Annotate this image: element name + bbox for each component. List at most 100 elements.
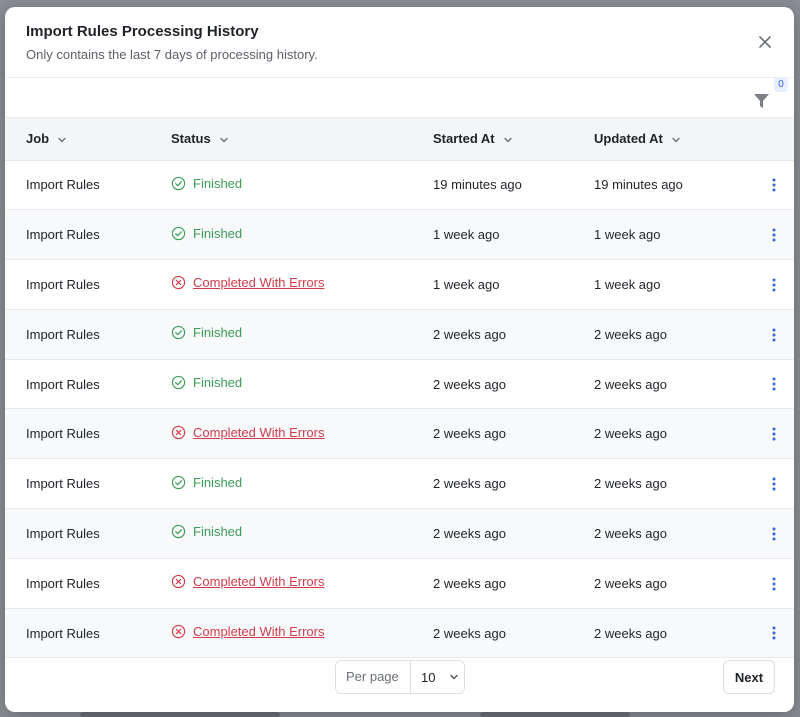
job-cell: Import Rules	[26, 426, 100, 442]
processing-history-modal: Import Rules Processing History Only con…	[5, 7, 794, 712]
check-circle-icon	[171, 475, 186, 489]
table-row: Import Rules Finished 1 week ago 1 week ago	[5, 209, 794, 260]
pagination-footer: Per page 10 Next	[5, 656, 794, 712]
more-options-icon[interactable]	[767, 327, 781, 343]
table-row: Import Rules Finished 19 minutes ago 19 min…	[5, 160, 794, 210]
updated-at-cell: 2 weeks ago	[594, 326, 667, 342]
row-actions-cell	[754, 210, 794, 260]
table-row: Import Rules Finished 2 weeks ago 2 weeks a…	[5, 309, 794, 360]
more-options-icon[interactable]	[767, 177, 781, 193]
check-circle-icon	[171, 525, 186, 539]
status-label: Finished	[193, 325, 243, 341]
updated-at-cell: 2 weeks ago	[594, 575, 667, 591]
chevron-down-icon	[450, 674, 459, 680]
check-circle-icon	[171, 176, 186, 191]
status-label: Finished	[193, 524, 243, 540]
per-page-value: 10	[421, 669, 436, 685]
more-options-icon[interactable]	[767, 227, 781, 243]
status-label: Finished	[193, 375, 243, 391]
updated-at-cell: 2 weeks ago	[594, 426, 667, 442]
column-header-started-at[interactable]: Started At	[433, 118, 594, 161]
table-row: Import Rules Finished 2 weeks ago 2 weeks a…	[5, 359, 794, 409]
status-cell: Completed With Errors	[171, 409, 433, 459]
status-error-link[interactable]: Completed With Errors	[193, 275, 324, 290]
filter-icon[interactable]	[752, 87, 774, 111]
row-actions-cell	[754, 309, 794, 359]
table-row: Import Rules Finished 2 weeks ago 2 weeks a…	[5, 459, 794, 509]
table-row: Import Rules Completed With Errors 2 weeks…	[5, 558, 794, 609]
started-at-cell: 2 weeks ago	[433, 625, 506, 641]
started-at-cell: 1 week ago	[433, 276, 500, 292]
job-cell: Import Rules	[26, 476, 100, 492]
status-cell: Finished	[171, 359, 433, 409]
updated-at-cell: 1 week ago	[594, 276, 661, 292]
history-table: Job Status Started At Updated At Import …	[5, 118, 794, 658]
more-options-icon[interactable]	[767, 376, 781, 392]
column-header-job[interactable]: Job	[5, 118, 171, 161]
started-at-cell: 19 minutes ago	[433, 177, 522, 193]
row-actions-cell	[754, 359, 794, 409]
job-cell: Import Rules	[26, 525, 100, 541]
error-circle-icon	[171, 624, 186, 639]
status-cell: Completed With Errors	[171, 260, 433, 310]
status-cell: Finished	[171, 160, 433, 210]
updated-at-cell: 2 weeks ago	[594, 625, 667, 641]
next-page-button[interactable]: Next	[723, 660, 775, 694]
status-cell: Completed With Errors	[171, 558, 433, 608]
row-actions-cell	[754, 608, 794, 658]
row-actions-cell	[754, 509, 794, 559]
started-at-cell: 2 weeks ago	[433, 426, 506, 442]
table-row: Import Rules Completed With Errors 1 week …	[5, 260, 794, 310]
more-options-icon[interactable]	[767, 625, 781, 641]
job-cell: Import Rules	[26, 326, 100, 342]
per-page-label: Per page	[336, 661, 411, 693]
status-error-link[interactable]: Completed With Errors	[193, 425, 324, 440]
chevron-down-icon	[58, 137, 66, 143]
status-label: Finished	[193, 474, 243, 490]
column-header-status[interactable]: Status	[171, 118, 433, 161]
status-cell: Finished	[171, 509, 433, 559]
chevron-down-icon	[503, 137, 512, 143]
updated-at-cell: 2 weeks ago	[594, 476, 667, 492]
modal-subtitle: Only contains the last 7 days of process…	[26, 47, 318, 62]
job-cell: Import Rules	[26, 227, 100, 243]
check-circle-icon	[171, 326, 186, 340]
backdrop-decoration	[80, 712, 280, 717]
status-cell: Finished	[171, 309, 433, 359]
started-at-cell: 2 weeks ago	[433, 575, 506, 591]
column-header-actions	[754, 118, 794, 161]
per-page-select[interactable]: 10	[411, 661, 459, 693]
updated-at-cell: 2 weeks ago	[594, 525, 667, 541]
row-actions-cell	[754, 160, 794, 210]
table-row: Import Rules Completed With Errors 2 weeks…	[5, 608, 794, 658]
column-header-label: Updated At	[594, 131, 663, 147]
per-page-control: Per page 10	[335, 660, 465, 694]
more-options-icon[interactable]	[767, 526, 781, 542]
more-options-icon[interactable]	[767, 476, 781, 492]
table-header-row: Job Status Started At Updated At	[5, 118, 794, 161]
started-at-cell: 2 weeks ago	[433, 326, 506, 342]
started-at-cell: 2 weeks ago	[433, 376, 506, 392]
job-cell: Import Rules	[26, 625, 100, 641]
more-options-icon[interactable]	[767, 277, 781, 293]
close-icon[interactable]	[756, 33, 774, 51]
more-options-icon[interactable]	[767, 426, 781, 442]
updated-at-cell: 19 minutes ago	[594, 177, 683, 193]
error-circle-icon	[171, 276, 186, 290]
table-row: Import Rules Finished 2 weeks ago 2 weeks a…	[5, 508, 794, 559]
status-error-link[interactable]: Completed With Errors	[193, 624, 324, 639]
more-options-icon[interactable]	[767, 576, 781, 592]
table-body: Import Rules Finished 19 minutes ago 19 min…	[5, 160, 794, 658]
job-cell: Import Rules	[26, 276, 100, 292]
column-header-updated-at[interactable]: Updated At	[594, 118, 754, 161]
chevron-down-icon	[672, 137, 680, 143]
started-at-cell: 1 week ago	[433, 227, 500, 243]
backdrop-decoration	[480, 712, 630, 717]
table-toolbar: 0	[5, 78, 794, 118]
started-at-cell: 2 weeks ago	[433, 525, 506, 541]
updated-at-cell: 1 week ago	[594, 227, 661, 243]
row-actions-cell	[754, 459, 794, 509]
updated-at-cell: 2 weeks ago	[594, 376, 667, 392]
column-header-label: Status	[171, 131, 211, 147]
status-error-link[interactable]: Completed With Errors	[193, 574, 324, 589]
